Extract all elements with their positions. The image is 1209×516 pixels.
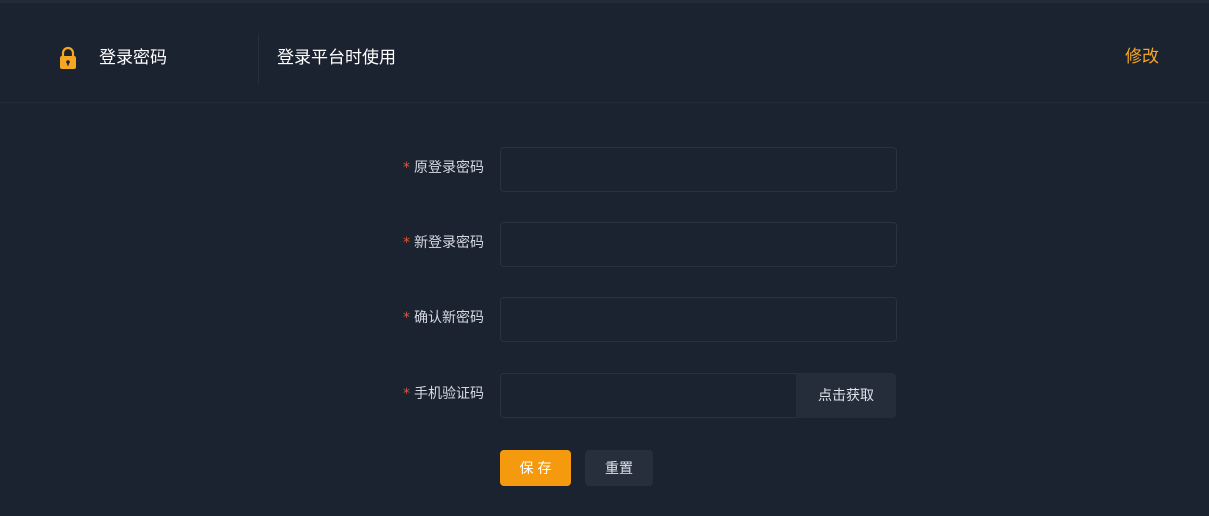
required-mark: *: [403, 386, 410, 402]
password-setting-header: 登录密码 登录平台时使用 修改: [0, 14, 1209, 103]
new-password-label: * 新登录密码: [403, 235, 484, 251]
sms-code-input[interactable]: [500, 373, 797, 418]
sms-code-label: * 手机验证码: [403, 386, 484, 402]
setting-description: 登录平台时使用: [277, 48, 396, 68]
old-password-label: * 原登录密码: [403, 160, 484, 176]
lock-icon: [58, 46, 78, 70]
form-row-sms-code: * 手机验证码 点击获取: [300, 373, 900, 418]
reset-button[interactable]: 重置: [585, 450, 653, 486]
form-row-old-password: * 原登录密码: [300, 147, 900, 192]
get-code-button[interactable]: 点击获取: [796, 373, 896, 418]
setting-title: 登录密码: [99, 48, 167, 68]
header-divider: [258, 34, 259, 84]
form-row-new-password: * 新登录密码: [300, 222, 900, 267]
confirm-password-input[interactable]: [500, 297, 897, 342]
save-button[interactable]: 保存: [500, 450, 571, 486]
required-mark: *: [403, 310, 410, 326]
required-mark: *: [403, 235, 410, 251]
required-mark: *: [403, 160, 410, 176]
old-password-input[interactable]: [500, 147, 897, 192]
modify-link[interactable]: 修改: [1125, 46, 1159, 68]
top-border: [0, 0, 1209, 3]
form-row-confirm-password: * 确认新密码: [300, 297, 900, 342]
new-password-input[interactable]: [500, 222, 897, 267]
confirm-password-label: * 确认新密码: [403, 310, 484, 326]
